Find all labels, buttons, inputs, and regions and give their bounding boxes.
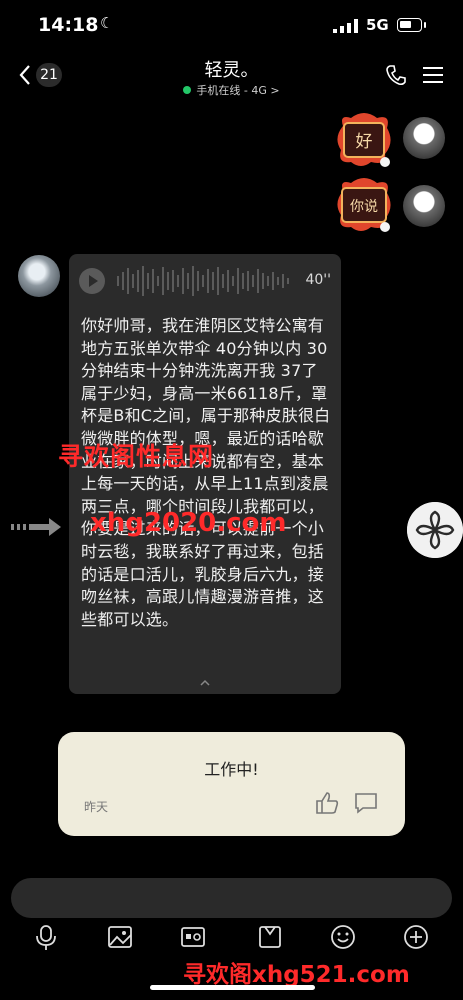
- battery-icon: [397, 18, 422, 32]
- image-icon[interactable]: [107, 924, 133, 950]
- voice-transcript: 你好帅哥，我在淮阴区艾特公寓有地方五张单次带伞 40分钟以内 30分钟结束十分钟…: [81, 316, 331, 629]
- avatar[interactable]: [403, 117, 445, 159]
- avatar[interactable]: [403, 185, 445, 227]
- collapse-icon[interactable]: [199, 676, 211, 688]
- voice-message-bubble[interactable]: 40'' 你好帅哥，我在淮阴区艾特公寓有地方五张单次带伞 40分钟以内 30分钟…: [69, 254, 341, 694]
- moon-icon: ☾: [100, 14, 114, 32]
- forward-icon[interactable]: [11, 517, 63, 537]
- mic-icon[interactable]: [35, 924, 57, 952]
- sticker-text: 好: [356, 132, 373, 152]
- thumbs-up-icon[interactable]: [314, 790, 340, 816]
- status-card-date: 昨天: [84, 800, 109, 814]
- waveform[interactable]: [117, 264, 297, 298]
- sticker-message[interactable]: 你说: [333, 177, 395, 233]
- signal-icon: [333, 19, 358, 33]
- home-indicator[interactable]: [150, 985, 315, 990]
- phone-icon[interactable]: [385, 64, 407, 86]
- watermark-text: xhg2020.com: [90, 508, 287, 538]
- sticker-text: 你说: [350, 199, 378, 215]
- status-bar: 14:18 ☾ 5G: [0, 0, 463, 52]
- message-input[interactable]: [11, 878, 452, 918]
- contact-avatar[interactable]: [18, 255, 60, 297]
- play-icon[interactable]: [79, 268, 105, 294]
- watermark-text: 寻欢阁性息网: [58, 442, 215, 471]
- comment-icon[interactable]: [354, 792, 378, 814]
- watermark-text: 寻欢阁xhg521.com: [183, 962, 410, 988]
- status-card[interactable]: 工作中! 昨天: [58, 732, 405, 836]
- menu-icon[interactable]: [423, 66, 443, 84]
- sticker-message[interactable]: 好: [333, 112, 395, 168]
- video-icon[interactable]: [180, 924, 206, 950]
- status-time: 14:18: [38, 14, 99, 36]
- emoji-icon[interactable]: [330, 924, 356, 950]
- status-card-title: 工作中!: [204, 760, 259, 779]
- online-dot: [183, 86, 192, 94]
- pinwheel-icon[interactable]: [407, 502, 463, 558]
- voice-duration: 40'': [305, 272, 331, 288]
- plus-icon[interactable]: [403, 924, 429, 950]
- chat-header: 21 轻灵。 手机在线 - 4G >: [0, 52, 463, 100]
- network-type: 5G: [366, 16, 389, 34]
- folder-icon[interactable]: [257, 924, 283, 950]
